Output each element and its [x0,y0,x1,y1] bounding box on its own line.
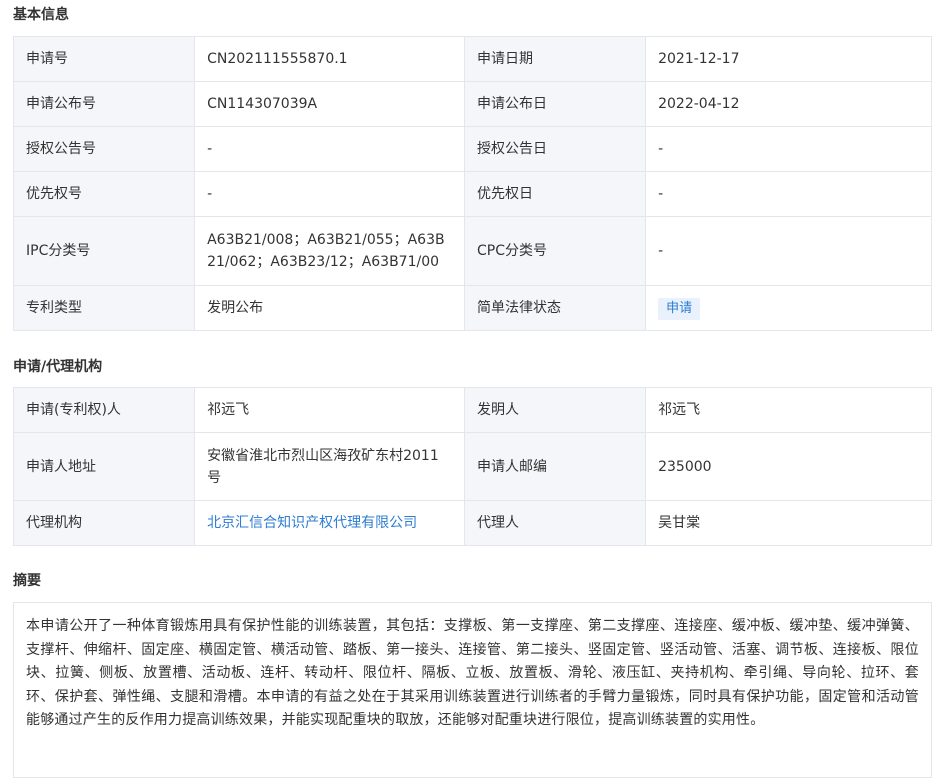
applicant-value: 祁远飞 [194,387,466,433]
patent-type-value: 发明公布 [194,285,466,331]
ipc-label: IPC分类号 [12,216,196,286]
applicant-label: 申请(专利权)人 [12,387,196,433]
inventor-label: 发明人 [464,387,647,433]
grant-number-value: - [194,126,466,172]
table-row: 授权公告号 - 授权公告日 - [12,126,932,172]
legal-status-badge: 申请 [658,297,701,320]
agency-table: 申请(专利权)人 祁远飞 发明人 祁远飞 申请人地址 安徽省淮北市烈山区海孜矿东… [12,387,932,546]
postal-code-value: 235000 [645,432,932,501]
application-number-value: CN202111555870.1 [194,36,466,82]
priority-date-label: 优先权日 [464,171,647,217]
publication-date-value: 2022-04-12 [645,81,932,127]
applicant-address-label: 申请人地址 [12,432,196,501]
publication-number-value: CN114307039A [194,81,466,127]
grant-date-label: 授权公告日 [464,126,647,172]
abstract-title: 摘要 [13,573,41,589]
cpc-label: CPC分类号 [464,216,647,286]
agent-value: 吴甘棠 [645,500,932,546]
inventor-value: 祁远飞 [645,387,932,433]
basic-info-title: 基本信息 [13,7,69,23]
agency-link[interactable]: 北京汇信合知识产权代理有限公司 [207,515,417,531]
publication-number-label: 申请公布号 [12,81,196,127]
legal-status-label: 简单法律状态 [464,285,647,331]
agent-label: 代理人 [464,500,647,546]
publication-date-label: 申请公布日 [464,81,647,127]
basic-info-table: 申请号 CN202111555870.1 申请日期 2021-12-17 申请公… [12,36,932,331]
agency-cell: 北京汇信合知识产权代理有限公司 [194,500,466,546]
abstract-text: 本申请公开了一种体育锻炼用具有保护性能的训练装置，其包括：支撑板、第一支撑座、第… [13,602,932,778]
grant-number-label: 授权公告号 [12,126,196,172]
table-row: 专利类型 发明公布 简单法律状态 申请 [12,285,932,331]
table-row: 代理机构 北京汇信合知识产权代理有限公司 代理人 吴甘棠 [12,500,932,546]
table-row: 申请号 CN202111555870.1 申请日期 2021-12-17 [12,36,932,82]
priority-number-value: - [194,171,466,217]
table-row: 申请公布号 CN114307039A 申请公布日 2022-04-12 [12,81,932,127]
table-row: 优先权号 - 优先权日 - [12,171,932,217]
priority-date-value: - [645,171,932,217]
table-row: 申请(专利权)人 祁远飞 发明人 祁远飞 [12,387,932,433]
patent-detail-page: 基本信息 申请号 CN202111555870.1 申请日期 2021-12-1… [0,0,937,778]
priority-number-label: 优先权号 [12,171,196,217]
cpc-value: - [645,216,932,286]
legal-status-cell: 申请 [645,285,932,331]
patent-type-label: 专利类型 [12,285,196,331]
table-row: 申请人地址 安徽省淮北市烈山区海孜矿东村2011号 申请人邮编 235000 [12,432,932,501]
agency-title: 申请/代理机构 [13,359,103,375]
applicant-address-value: 安徽省淮北市烈山区海孜矿东村2011号 [194,432,466,501]
application-number-label: 申请号 [12,36,196,82]
grant-date-value: - [645,126,932,172]
agency-label: 代理机构 [12,500,196,546]
table-row: IPC分类号 A63B21/008；A63B21/055；A63B21/062；… [12,216,932,286]
postal-code-label: 申请人邮编 [464,432,647,501]
application-date-value: 2021-12-17 [645,36,932,82]
ipc-value: A63B21/008；A63B21/055；A63B21/062；A63B23/… [194,216,466,286]
application-date-label: 申请日期 [464,36,647,82]
